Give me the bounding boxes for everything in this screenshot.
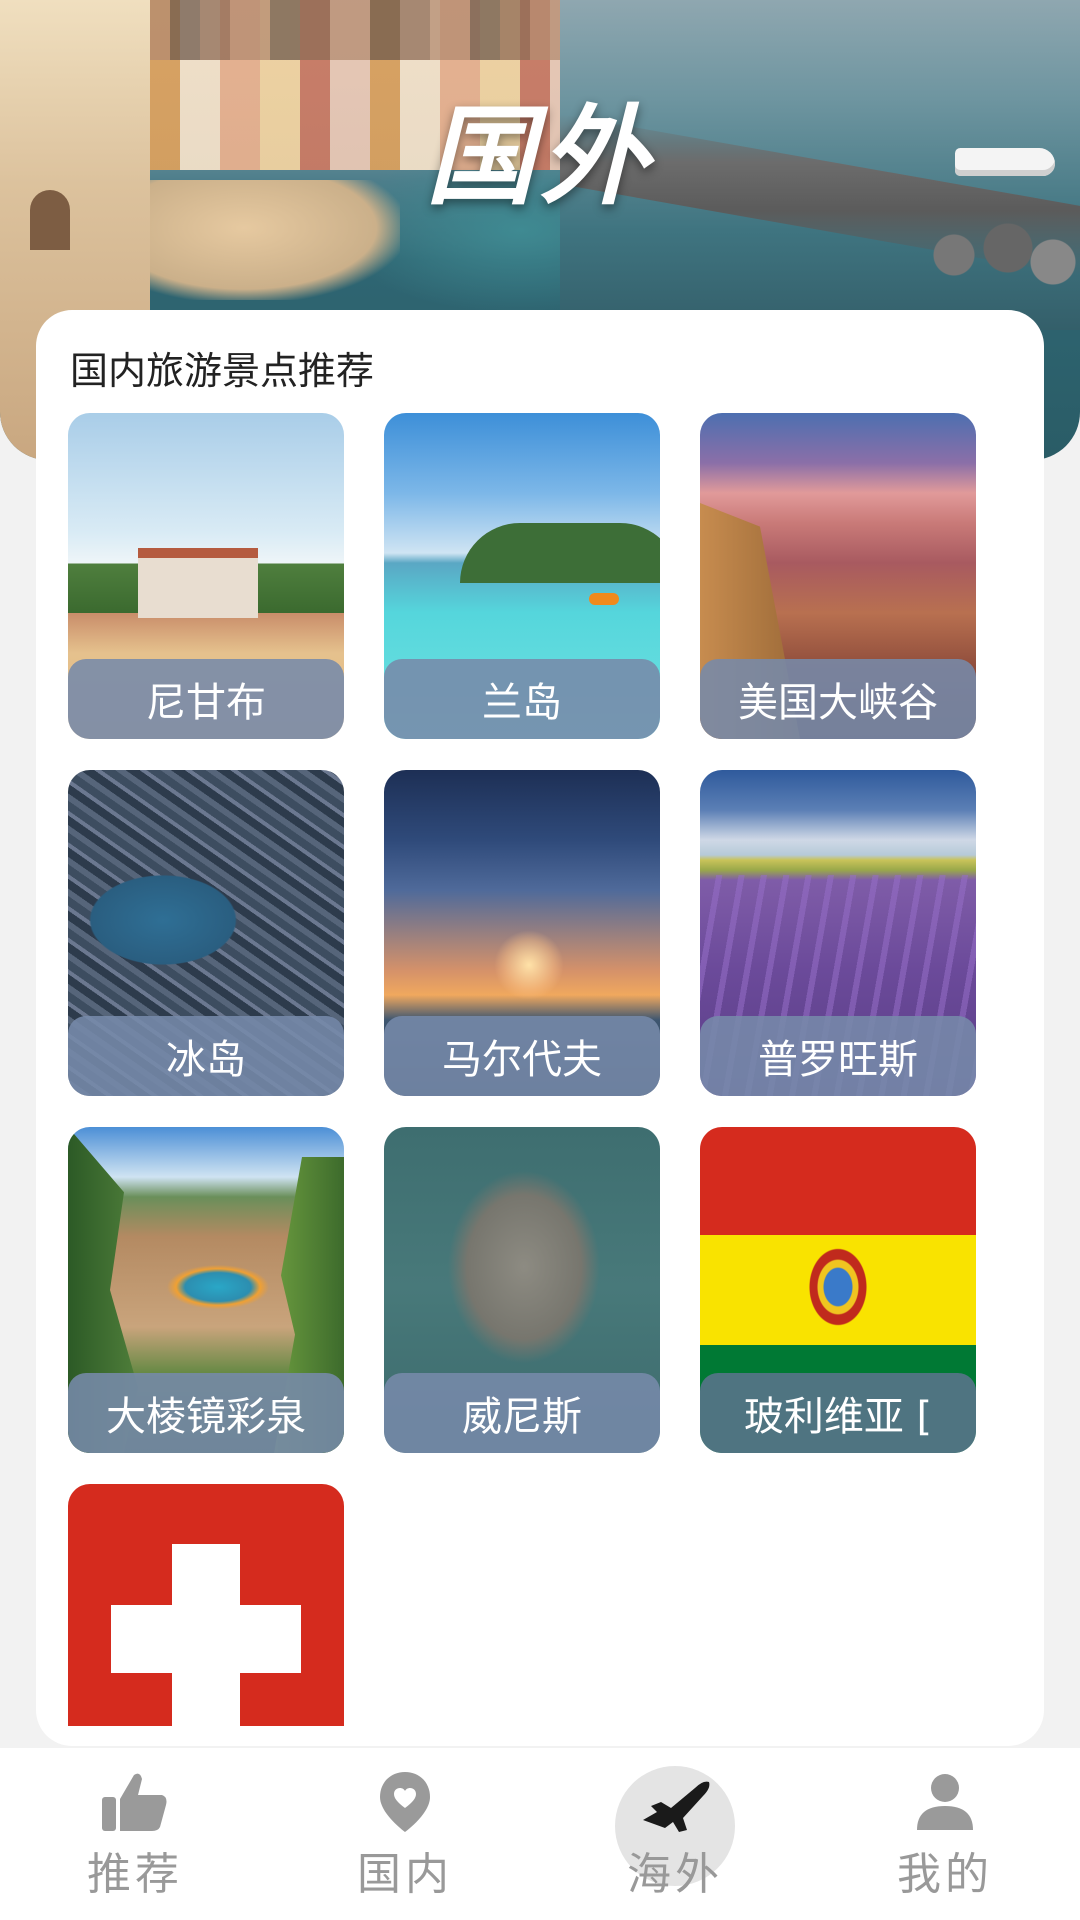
destination-tile-grand-prismatic[interactable]: 大棱镜彩泉 [68,1127,344,1453]
nav-tab-profile[interactable]: 我的 [810,1748,1080,1920]
bottom-navigation: 推荐 国内 海外 我的 [0,1748,1080,1920]
destination-tile-switzerland[interactable] [68,1484,344,1726]
destination-tile-maldives[interactable]: 马尔代夫 [384,770,660,1096]
thumbs-up-icon [95,1770,175,1834]
page-title: 国外 [425,95,654,220]
tile-image-detail [494,930,564,1000]
nav-tab-domestic[interactable]: 国内 [270,1748,540,1920]
section-title: 国内旅游景点推荐 [70,349,375,393]
nav-label: 海外 [627,1849,723,1900]
hero-rocks [900,220,1080,290]
nav-label: 我的 [897,1849,993,1900]
destination-label: 冰岛 [68,1016,344,1096]
tile-image-detail [589,593,619,605]
destination-label: 兰岛 [384,659,660,739]
destination-tile-landao[interactable]: 兰岛 [384,413,660,739]
destination-label: 大棱镜彩泉 [68,1373,344,1453]
destination-tile-provence[interactable]: 普罗旺斯 [700,770,976,1096]
nav-label: 推荐 [87,1849,183,1900]
destination-label: 玻利维亚 [ [700,1373,976,1453]
destination-tile-iceland[interactable]: 冰岛 [68,770,344,1096]
destination-tile-venice[interactable]: 威尼斯 [384,1127,660,1453]
destination-tile-bolivia[interactable]: 玻利维亚 [ [700,1127,976,1453]
tile-image-detail [460,523,660,583]
swiss-cross-icon [111,1605,301,1673]
destination-tile-nigambo[interactable]: 尼甘布 [68,413,344,739]
bolivia-emblem-icon [808,1247,868,1327]
location-pin-icon [365,1770,445,1834]
destination-label: 威尼斯 [384,1373,660,1453]
destination-label: 美国大峡谷 [700,659,976,739]
nav-tab-overseas[interactable]: 海外 [540,1748,810,1920]
destination-label: 普罗旺斯 [700,1016,976,1096]
nav-label: 国内 [357,1849,453,1900]
tile-image-detail [138,548,258,618]
airplane-icon [635,1770,715,1834]
recommendation-card: 国内旅游景点推荐 尼甘布 兰岛 美国大峡谷 冰岛 马尔代夫 普罗旺斯 大棱镜彩泉… [36,310,1044,1746]
nav-tab-recommend[interactable]: 推荐 [0,1748,270,1920]
user-icon [905,1770,985,1834]
destination-label: 马尔代夫 [384,1016,660,1096]
destination-tile-grand-canyon[interactable]: 美国大峡谷 [700,413,976,739]
destination-label: 尼甘布 [68,659,344,739]
